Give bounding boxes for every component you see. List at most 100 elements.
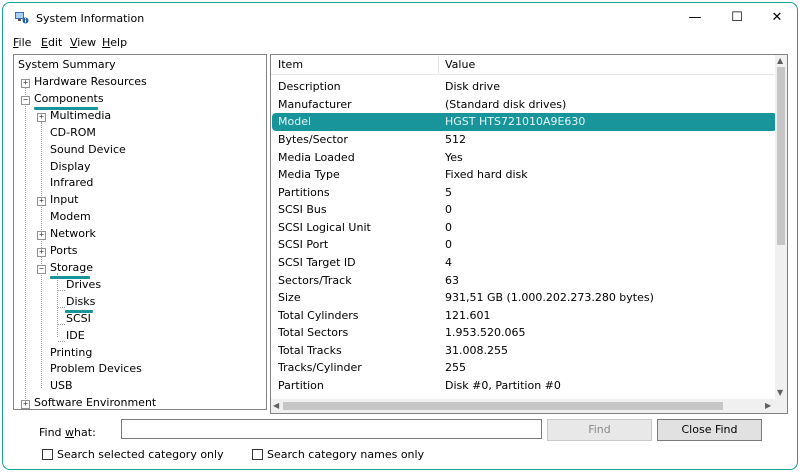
- find-what-label-pre: Find: [39, 426, 66, 439]
- tree-item-disks[interactable]: Disks: [66, 294, 95, 310]
- list-row-manufacturer[interactable]: Manufacturer (Standard disk drives): [271, 96, 777, 114]
- search-selected-category-checkbox[interactable]: [42, 449, 53, 460]
- tree-guide-ide: [58, 341, 65, 342]
- row-item: SCSI Bus: [278, 203, 327, 216]
- list-row-sectors-track[interactable]: Sectors/Track 63: [271, 272, 777, 290]
- horizontal-scroll-thumb[interactable]: [283, 402, 723, 410]
- menu-edit[interactable]: Edit: [41, 36, 62, 49]
- list-row-scsi-port[interactable]: SCSI Port 0: [271, 236, 777, 254]
- tree-guide-drives: [58, 290, 65, 291]
- expand-hardware-resources-icon[interactable]: +: [21, 79, 30, 88]
- tree-item-network[interactable]: Network: [50, 226, 96, 242]
- expand-input-icon[interactable]: +: [37, 197, 46, 206]
- find-what-label-accel: w: [65, 426, 75, 439]
- search-category-names-checkbox[interactable]: [252, 449, 263, 460]
- tree-item-scsi[interactable]: SCSI: [66, 311, 91, 327]
- details-list[interactable]: Item Value Description Disk drive Manufac…: [270, 54, 788, 414]
- row-value: HGST HTS721010A9E630: [445, 115, 586, 128]
- row-item: Size: [278, 291, 301, 304]
- row-value: Fixed hard disk: [445, 168, 528, 181]
- title-bar[interactable]: System Information — ☐ ✕: [3, 3, 797, 33]
- collapse-components-icon[interactable]: −: [21, 96, 30, 105]
- search-category-names-label[interactable]: Search category names only: [267, 448, 424, 461]
- system-information-window: System Information — ☐ ✕ File Edit View …: [2, 2, 798, 470]
- tree-item-sound-device[interactable]: Sound Device: [50, 142, 126, 158]
- vertical-scroll-thumb[interactable]: [777, 67, 785, 245]
- list-row-model-selected[interactable]: Model HGST HTS721010A9E630: [272, 113, 777, 131]
- minimize-button[interactable]: —: [681, 8, 709, 28]
- tree-item-system-summary[interactable]: System Summary: [18, 57, 116, 73]
- list-row-media-loaded[interactable]: Media Loaded Yes: [271, 149, 777, 167]
- tree-guide-root: [25, 88, 26, 409]
- scroll-left-arrow-icon[interactable]: ◀: [273, 401, 279, 410]
- row-value: 63: [445, 274, 459, 287]
- menu-help[interactable]: Help: [102, 36, 127, 49]
- maximize-button[interactable]: ☐: [723, 8, 751, 28]
- list-row-scsi-bus[interactable]: SCSI Bus 0: [271, 201, 777, 219]
- list-row-partitions[interactable]: Partitions 5: [271, 184, 777, 202]
- list-row-total-cylinders[interactable]: Total Cylinders 121.601: [271, 307, 777, 325]
- row-value: 0: [445, 221, 452, 234]
- tree-item-components[interactable]: Components: [34, 91, 104, 107]
- scroll-up-arrow-icon[interactable]: ▲: [777, 56, 783, 65]
- system-information-app-icon: [15, 12, 29, 24]
- list-row-tracks-cylinder[interactable]: Tracks/Cylinder 255: [271, 359, 777, 377]
- tree-item-drives[interactable]: Drives: [66, 277, 101, 293]
- tree-item-multimedia[interactable]: Multimedia: [50, 108, 111, 124]
- tree-item-infrared[interactable]: Infrared: [50, 175, 93, 191]
- row-item: SCSI Port: [278, 238, 329, 251]
- tree-item-display[interactable]: Display: [50, 159, 91, 175]
- search-selected-category-label[interactable]: Search selected category only: [57, 448, 224, 461]
- row-item: Description: [278, 80, 341, 93]
- expand-ports-icon[interactable]: +: [37, 248, 46, 257]
- tree-item-input[interactable]: Input: [50, 192, 78, 208]
- scroll-right-arrow-icon[interactable]: ▶: [765, 401, 771, 410]
- tree-guide-storage: [57, 273, 58, 337]
- category-tree[interactable]: System Summary + Hardware Resources − Co…: [13, 54, 267, 410]
- list-row-scsi-target-id[interactable]: SCSI Target ID 4: [271, 254, 777, 272]
- row-value: Disk drive: [445, 80, 500, 93]
- row-item: Total Tracks: [278, 344, 342, 357]
- list-row-media-type[interactable]: Media Type Fixed hard disk: [271, 166, 777, 184]
- list-row-description[interactable]: Description Disk drive: [271, 78, 777, 96]
- column-header-value[interactable]: Value: [439, 55, 777, 75]
- find-button[interactable]: Find: [547, 419, 652, 441]
- horizontal-scrollbar[interactable]: ◀ ▶: [271, 399, 787, 413]
- collapse-storage-icon[interactable]: −: [37, 265, 46, 274]
- tree-item-printing[interactable]: Printing: [50, 345, 92, 361]
- close-window-button[interactable]: ✕: [763, 8, 791, 28]
- tree-item-problem-devices[interactable]: Problem Devices: [50, 361, 142, 377]
- row-value: 0: [445, 238, 452, 251]
- list-row-bytes-sector[interactable]: Bytes/Sector 512: [271, 131, 777, 149]
- tree-item-ide[interactable]: IDE: [66, 328, 85, 344]
- menu-file[interactable]: File: [13, 36, 31, 49]
- tree-item-usb[interactable]: USB: [50, 378, 73, 394]
- vertical-scrollbar[interactable]: ▲ ▼: [775, 55, 787, 399]
- list-row-total-tracks[interactable]: Total Tracks 31.008.255: [271, 342, 777, 360]
- tree-item-software-environment[interactable]: Software Environment: [34, 395, 156, 409]
- find-what-label: Find what:: [39, 426, 96, 439]
- list-row-total-sectors[interactable]: Total Sectors 1.953.520.065: [271, 324, 777, 342]
- find-what-input[interactable]: [121, 419, 542, 439]
- menu-edit-accel: E: [41, 36, 48, 49]
- tree-item-hardware-resources[interactable]: Hardware Resources: [34, 74, 147, 90]
- row-value: 31.008.255: [445, 344, 508, 357]
- list-row-scsi-logical-unit[interactable]: SCSI Logical Unit 0: [271, 219, 777, 237]
- find-what-label-post: hat:: [74, 426, 96, 439]
- tree-item-storage[interactable]: Storage: [50, 260, 93, 276]
- column-header-item[interactable]: Item: [271, 55, 438, 75]
- row-value: 5: [445, 186, 452, 199]
- scroll-down-arrow-icon[interactable]: ▼: [777, 388, 783, 397]
- tree-item-cd-rom[interactable]: CD-ROM: [50, 125, 96, 141]
- row-value: 121.601: [445, 309, 491, 322]
- list-row-size[interactable]: Size 931,51 GB (1.000.202.273.280 bytes): [271, 289, 777, 307]
- menu-view[interactable]: View: [70, 36, 96, 49]
- expand-multimedia-icon[interactable]: +: [37, 113, 46, 122]
- tree-item-modem[interactable]: Modem: [50, 209, 91, 225]
- expand-software-environment-icon[interactable]: +: [21, 400, 30, 409]
- tree-item-ports[interactable]: Ports: [50, 243, 78, 259]
- list-row-partition[interactable]: Partition Disk #0, Partition #0: [271, 377, 777, 395]
- row-value: 0: [445, 203, 452, 216]
- close-find-button[interactable]: Close Find: [657, 419, 762, 441]
- expand-network-icon[interactable]: +: [37, 231, 46, 240]
